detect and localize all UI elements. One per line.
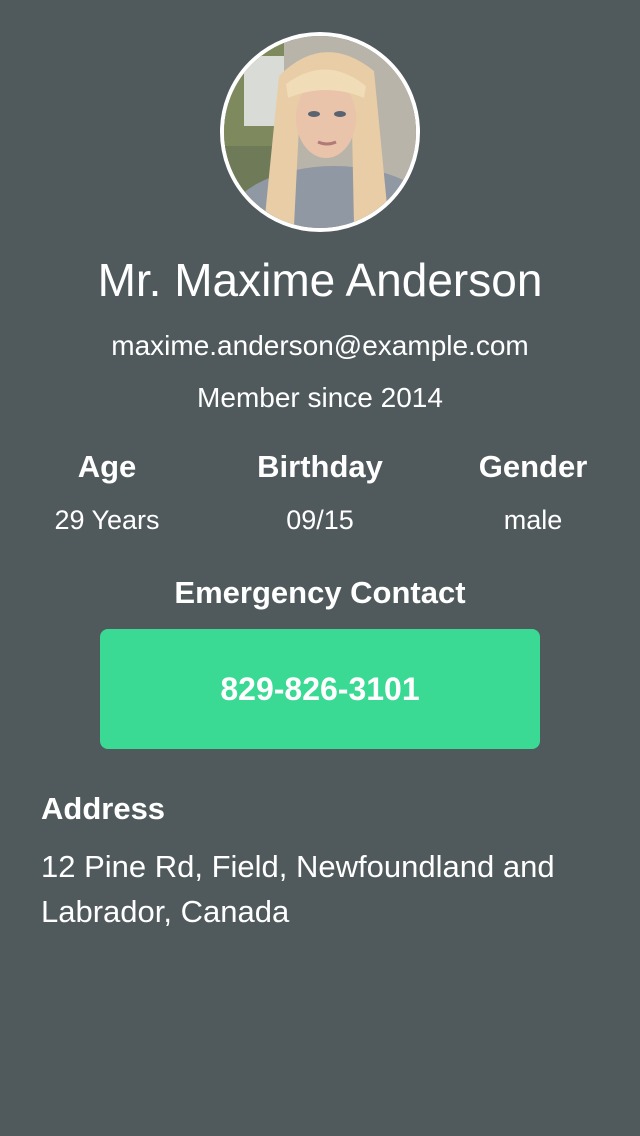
stat-age-value: 29 Years bbox=[54, 505, 160, 535]
member-since: Member since 2014 bbox=[197, 382, 443, 413]
address-value: 12 Pine Rd, Field, Newfoundland and Labr… bbox=[41, 849, 555, 929]
profile-photo bbox=[224, 36, 416, 228]
stat-gender: Gender male bbox=[426, 446, 640, 538]
stat-gender-value: male bbox=[503, 505, 563, 535]
stat-birthday-value: 09/15 bbox=[286, 505, 354, 535]
avatar bbox=[220, 32, 420, 232]
stat-birthday: Birthday 09/15 bbox=[213, 446, 427, 538]
emergency-phone-button[interactable]: 829-826-3101 bbox=[100, 629, 540, 749]
profile-name: Mr. Maxime Anderson bbox=[97, 254, 543, 306]
profile-email[interactable]: maxime.anderson@example.com bbox=[0, 328, 640, 364]
stat-birthday-label: Birthday bbox=[257, 449, 383, 484]
stat-age: Age 29 Years bbox=[0, 446, 214, 538]
emergency-contact-heading: Emergency Contact bbox=[174, 575, 466, 610]
address-heading: Address bbox=[41, 791, 166, 826]
stat-age-label: Age bbox=[77, 449, 137, 484]
stat-gender-label: Gender bbox=[478, 449, 588, 484]
